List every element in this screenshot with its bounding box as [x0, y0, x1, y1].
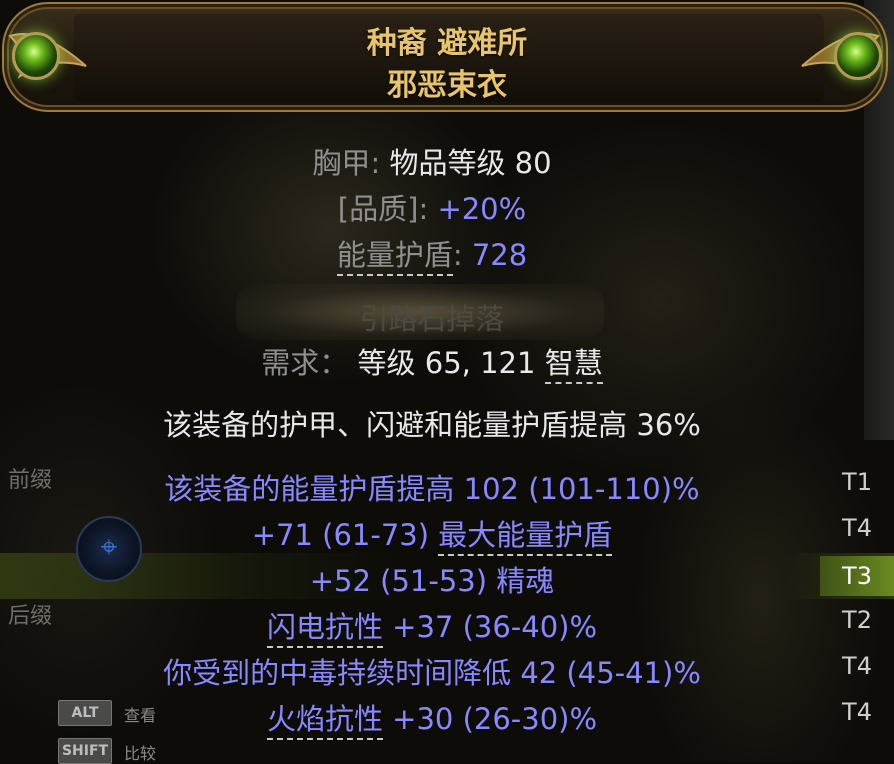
mod-line-4: 闪电抗性 +37 (36-40)%: [0, 604, 864, 648]
req-int-label[interactable]: 智慧: [544, 346, 603, 384]
energy-shield-label[interactable]: 能量护盾: [336, 238, 453, 276]
req-level-label: 等级: [357, 346, 416, 380]
tier-label: T4: [842, 514, 872, 542]
item-level-label: 物品等级: [389, 146, 506, 180]
quality-line: [品质]: +20%: [337, 192, 527, 226]
alt-key-button[interactable]: ALT: [58, 700, 112, 726]
alt-key-label: 查看: [124, 706, 157, 725]
item-class: 胸甲: [312, 146, 371, 180]
tier-label: T4: [842, 652, 872, 680]
implicit-mod: 该装备的护甲、闪避和能量护盾提高 36%: [163, 408, 701, 442]
crafting-orb-icon[interactable]: ⌖: [76, 516, 142, 582]
quality-label: [品质]: [337, 192, 419, 226]
mod-6-value: +30 (26-30)%: [382, 702, 598, 736]
mod-4-keyword[interactable]: 闪电抗性: [266, 610, 383, 648]
prefix-label: 前缀: [8, 468, 53, 493]
colon: :: [370, 146, 390, 180]
shift-key-label: 比较: [124, 744, 157, 763]
quality-value: +20%: [437, 192, 527, 226]
item-name: 种裔 避难所: [366, 26, 528, 61]
requirements-line: 需求： 等级 65, 121 智慧: [0, 340, 864, 384]
energy-shield-value: 728: [471, 238, 528, 272]
requirements-label: 需求：: [261, 346, 349, 380]
tier-label: T2: [842, 606, 872, 634]
mod-4-value: +37 (36-40)%: [382, 610, 598, 644]
energy-shield-line: 能量护盾: 728: [0, 232, 864, 276]
separator-text: 引路石掉落: [359, 302, 505, 336]
mod-line-5: 你受到的中毒持续时间降低 42 (45-41)%: [163, 656, 701, 690]
shift-key-button[interactable]: SHIFT: [58, 738, 112, 764]
suffix-label: 后缀: [8, 604, 53, 629]
mod-line-1: 该装备的能量护盾提高 102 (101-110)%: [164, 472, 700, 506]
item-class-line: 胸甲: 物品等级 80: [0, 140, 864, 182]
tier-label: T1: [842, 468, 872, 496]
req-int-value: 121: [480, 346, 536, 380]
mod-2-value: +71 (61-73): [251, 518, 439, 552]
mod-2-keyword[interactable]: 最大能量护盾: [438, 518, 613, 556]
tier-label-active: T3: [820, 556, 894, 596]
tier-label: T4: [842, 698, 872, 726]
mod-6-keyword[interactable]: 火焰抗性: [266, 702, 383, 740]
item-base-type: 邪恶束衣: [387, 68, 507, 103]
item-level-value: 80: [514, 146, 552, 180]
req-level-value: 65: [424, 346, 462, 380]
